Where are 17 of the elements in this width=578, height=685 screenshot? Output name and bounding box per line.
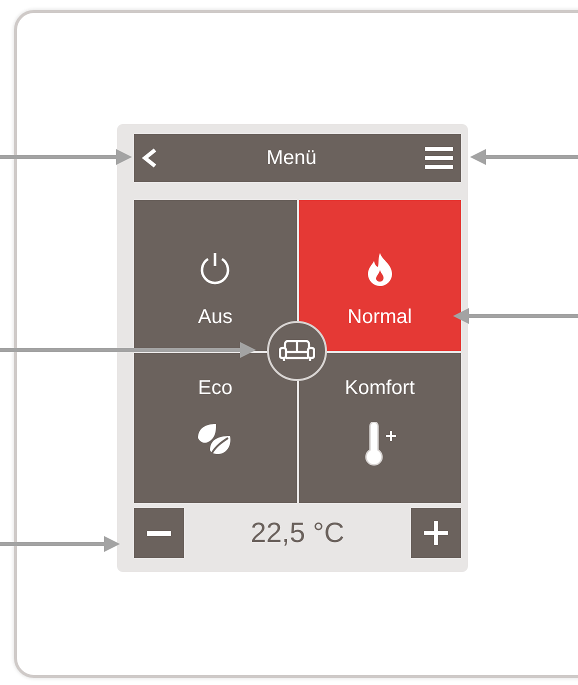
mode-tile[interactable]: Aus <box>134 200 296 350</box>
mode-tile[interactable]: Eco <box>134 352 296 503</box>
menu-title: Menü <box>266 146 317 170</box>
plus-icon <box>424 521 448 545</box>
plus-button[interactable] <box>410 508 461 558</box>
minus-icon <box>147 530 171 536</box>
sofa-icon <box>279 340 315 362</box>
temperature-value: 22,5 °C <box>250 517 344 549</box>
back-button[interactable] <box>142 148 158 168</box>
power-icon <box>199 252 232 286</box>
back-icon <box>142 148 158 168</box>
mode-tile[interactable]: Komfort <box>298 352 461 503</box>
mode-tile[interactable]: Normal <box>298 200 461 350</box>
menu-icon <box>425 146 453 170</box>
flame-icon <box>366 252 394 286</box>
menu-button[interactable] <box>425 146 453 170</box>
minus-button[interactable] <box>134 508 184 558</box>
